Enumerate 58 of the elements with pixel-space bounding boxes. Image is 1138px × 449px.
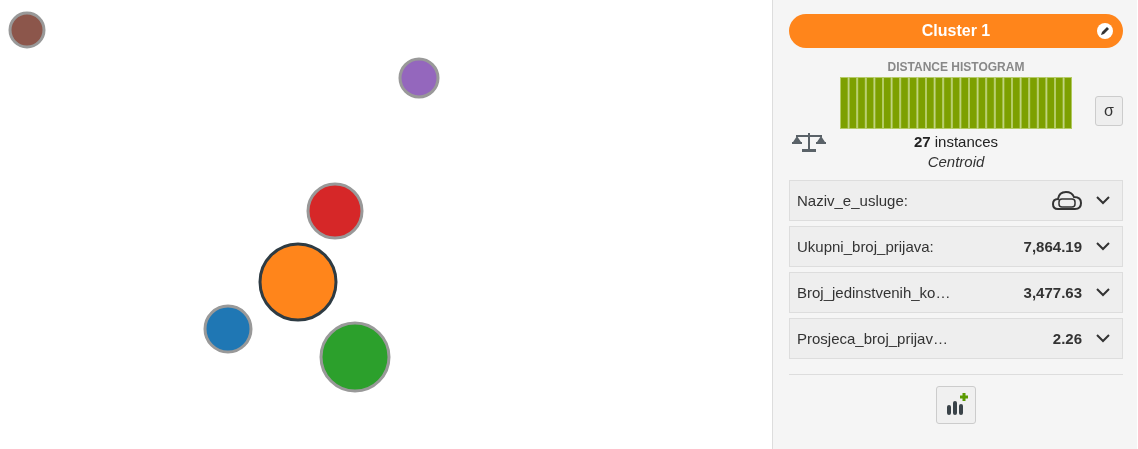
field-value: 7,864.19 (1023, 238, 1082, 255)
histogram-bar (1020, 77, 1030, 129)
histogram-bar (1046, 77, 1055, 129)
histogram-bar (1037, 77, 1047, 129)
field-row[interactable]: Naziv_e_usluge: (789, 180, 1123, 221)
field-row[interactable]: Ukupni_broj_prijava: 7,864.19 (789, 226, 1123, 267)
histogram-bar (926, 77, 935, 129)
pencil-icon[interactable] (1097, 23, 1113, 39)
cluster-node[interactable] (306, 182, 364, 240)
cluster-node[interactable] (203, 304, 253, 354)
instances-label: instances (934, 133, 999, 150)
centroid-label: Centroid (926, 153, 986, 170)
histogram-bar (951, 77, 961, 129)
chevron-down-icon[interactable] (1096, 334, 1110, 343)
histogram-bar (900, 77, 909, 129)
field-name: Naziv_e_usluge: (797, 192, 909, 209)
text-cloud-icon (1052, 189, 1082, 212)
histogram-bar (960, 77, 969, 129)
field-value: 3,477.63 (1023, 284, 1082, 301)
chevron-down-icon[interactable] (1096, 288, 1110, 297)
histogram-bar (917, 77, 926, 129)
histogram-bar (891, 77, 901, 129)
field-value: 2.26 (1052, 330, 1082, 347)
sigma-button[interactable]: σ (1095, 96, 1123, 126)
histogram-bar (883, 77, 892, 129)
histogram-bar (1012, 77, 1021, 129)
cluster-node[interactable] (398, 57, 440, 99)
cluster-node[interactable] (319, 321, 391, 393)
chevron-down-icon[interactable] (1096, 242, 1110, 251)
add-chart-button[interactable] (936, 386, 976, 424)
chevron-down-icon[interactable] (1096, 196, 1110, 205)
histogram-bar (969, 77, 978, 129)
field-name: Ukupni_broj_prijava: (797, 238, 935, 255)
cluster-node[interactable] (8, 11, 46, 49)
cluster-name: Cluster 1 (921, 22, 991, 40)
histogram-title: DISTANCE HISTOGRAM (886, 60, 1026, 74)
histogram-bar (977, 77, 987, 129)
histogram-bar (857, 77, 866, 129)
histogram-bar (934, 77, 944, 129)
histogram-bar (865, 77, 875, 129)
histogram-bar (1063, 77, 1073, 129)
histogram-bar (994, 77, 1004, 129)
histogram-bar (874, 77, 883, 129)
field-row[interactable]: Broj_jedinstvenih_ko… 3,477.63 (789, 272, 1123, 313)
histogram-bar (943, 77, 952, 129)
histogram-bar (908, 77, 918, 129)
histogram-bar (986, 77, 995, 129)
histogram-bar (1055, 77, 1064, 129)
instances-count: 27 (913, 133, 931, 150)
field-name: Broj_jedinstvenih_ko… (797, 284, 952, 301)
histogram-bar (1003, 77, 1012, 129)
scale-icon[interactable] (792, 131, 826, 153)
field-name: Prosjeca_broj_prijav… (797, 330, 949, 347)
histogram-bar (840, 77, 849, 129)
field-row[interactable]: Prosjeca_broj_prijav… 2.26 (789, 318, 1123, 359)
histogram-bar (1029, 77, 1038, 129)
cluster-node[interactable] (258, 242, 338, 322)
histogram-bar (848, 77, 858, 129)
